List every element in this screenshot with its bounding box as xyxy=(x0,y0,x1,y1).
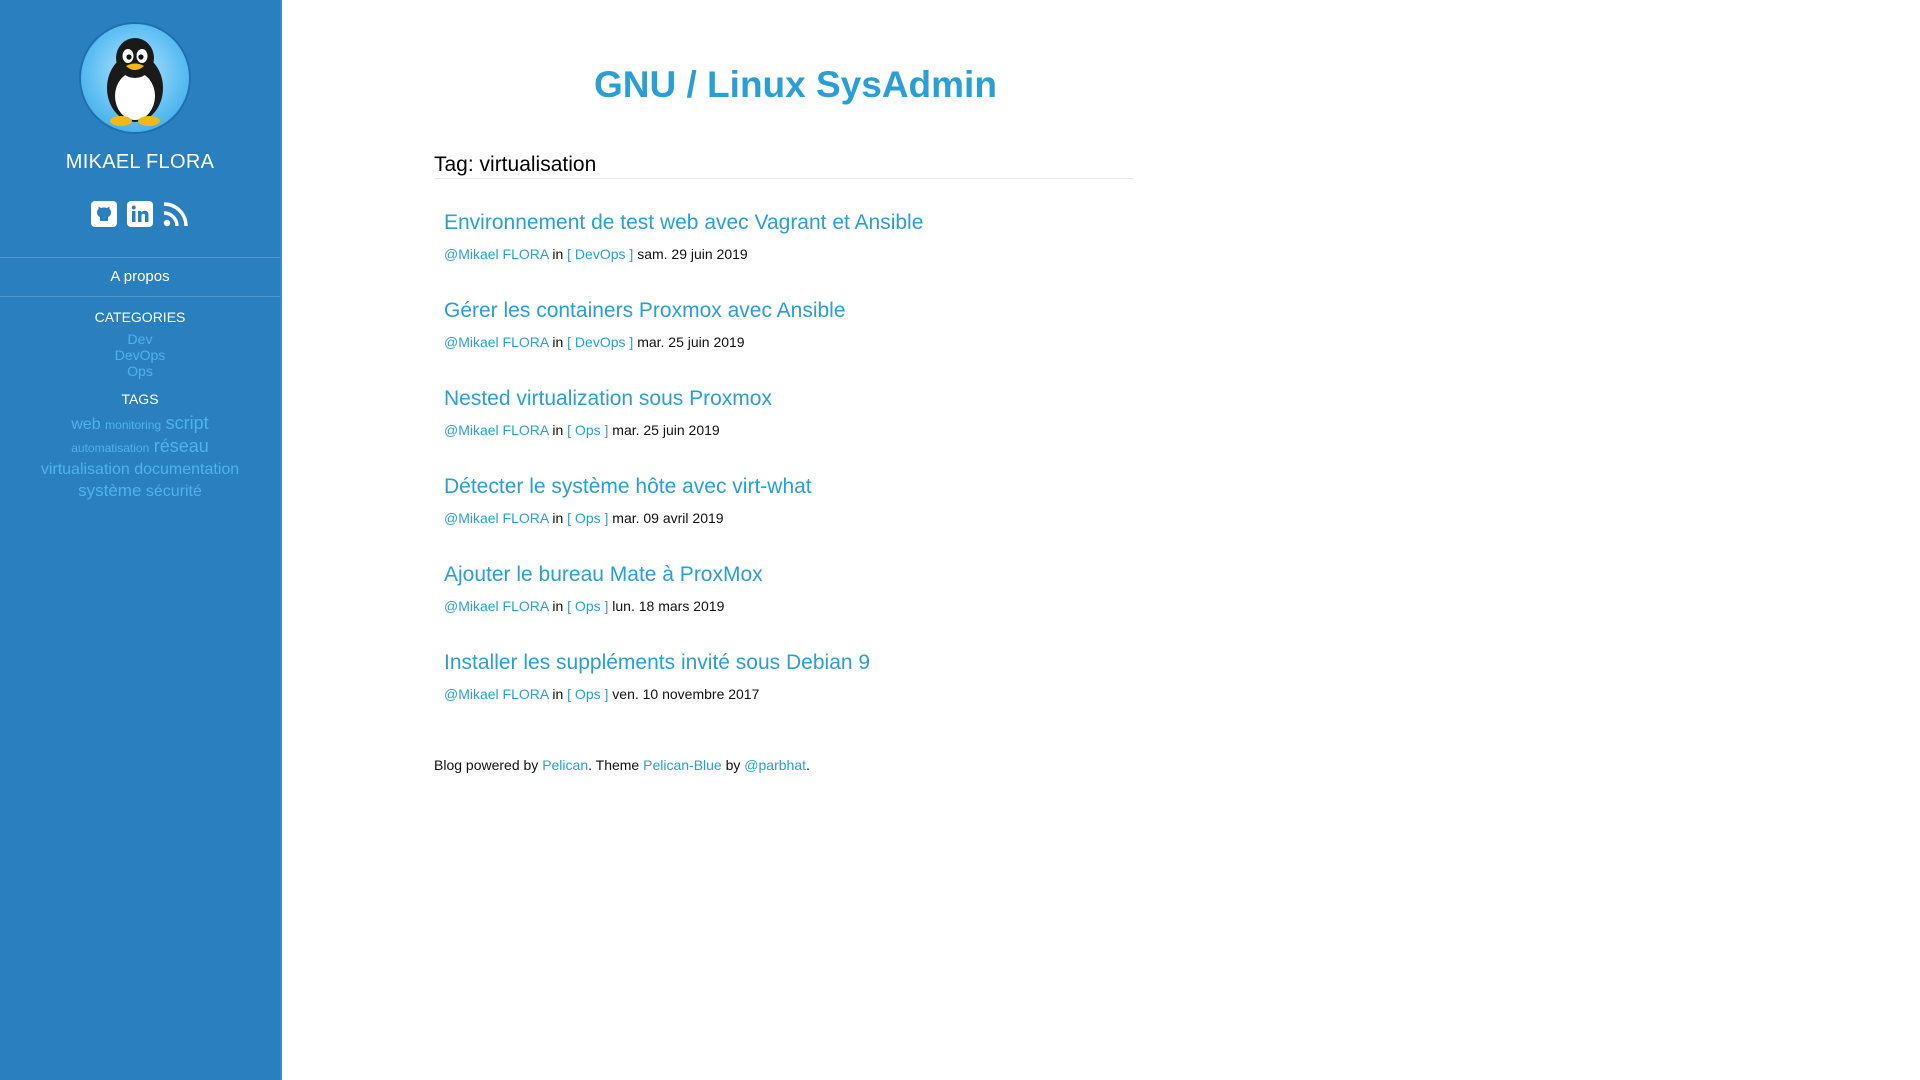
article-author-link[interactable]: @Mikael FLORA xyxy=(444,246,548,262)
linkedin-icon xyxy=(127,201,153,227)
article-author-link[interactable]: @Mikael FLORA xyxy=(444,510,548,526)
about-link[interactable]: A propos xyxy=(0,257,280,297)
categories-title: CATEGORIES xyxy=(94,309,186,325)
article-in-label: in xyxy=(552,334,564,350)
article-in-label: in xyxy=(552,598,564,614)
article-item: Gérer les containers Proxmox avec Ansibl… xyxy=(444,299,1144,350)
article-item: Environnement de test web avec Vagrant e… xyxy=(444,211,1144,262)
footer-text: by xyxy=(725,757,741,773)
category-ops[interactable]: Ops xyxy=(0,363,280,379)
article-meta: @Mikael FLORA in [ DevOps ] sam. 29 juin… xyxy=(444,246,1144,262)
pelican-link[interactable]: Pelican xyxy=(542,757,588,773)
tag-script[interactable]: script xyxy=(166,413,209,433)
article-title[interactable]: Gérer les containers Proxmox avec Ansibl… xyxy=(444,299,1144,323)
github-link[interactable] xyxy=(91,201,117,227)
rss-link[interactable] xyxy=(163,201,189,227)
category-dev[interactable]: Dev xyxy=(0,331,280,347)
article-category-link[interactable]: [ Ops ] xyxy=(567,510,608,526)
article-category-link[interactable]: [ Ops ] xyxy=(567,422,608,438)
article-in-label: in xyxy=(552,686,564,702)
tag-automatisation[interactable]: automatisation xyxy=(71,441,149,455)
article-item: Installer les suppléments invité sous De… xyxy=(444,651,1144,702)
article-item: Nested virtualization sous Proxmox @Mika… xyxy=(444,387,1144,438)
article-category-link[interactable]: [ DevOps ] xyxy=(567,334,633,350)
article-title[interactable]: Ajouter le bureau Mate à ProxMox xyxy=(444,563,1144,587)
footer-text: . Theme xyxy=(588,757,640,773)
tag-securite[interactable]: sécurité xyxy=(146,483,202,500)
tag-reseau[interactable]: réseau xyxy=(154,436,209,456)
article-author-link[interactable]: @Mikael FLORA xyxy=(444,598,548,614)
footer: Blog powered by Pelican. Theme Pelican-B… xyxy=(434,757,810,773)
article-author-link[interactable]: @Mikael FLORA xyxy=(444,422,548,438)
tag-heading: Tag: virtualisation xyxy=(434,153,1134,179)
article-author-link[interactable]: @Mikael FLORA xyxy=(444,334,548,350)
article-in-label: in xyxy=(552,422,564,438)
article-date: mar. 25 juin 2019 xyxy=(612,422,720,438)
article-item: Détecter le système hôte avec virt-what … xyxy=(444,475,1144,526)
author-name[interactable]: MIKAEL FLORA xyxy=(0,151,280,174)
tag-virtualisation[interactable]: virtualisation xyxy=(41,461,130,478)
linkedin-link[interactable] xyxy=(127,201,153,227)
tag-systeme[interactable]: système xyxy=(78,481,141,500)
article-title[interactable]: Environnement de test web avec Vagrant e… xyxy=(444,211,1144,235)
theme-link[interactable]: Pelican-Blue xyxy=(643,757,722,773)
article-title[interactable]: Nested virtualization sous Proxmox xyxy=(444,387,1144,411)
sidebar: MIKAEL FLORA A propos CATEGORIES Dev Dev… xyxy=(0,0,282,1080)
social-links xyxy=(0,201,280,227)
theme-author-link[interactable]: @parbhat xyxy=(744,757,806,773)
site-title[interactable]: GNU / Linux SysAdmin xyxy=(594,64,997,106)
article-date: mar. 09 avril 2019 xyxy=(612,510,724,526)
article-date: ven. 10 novembre 2017 xyxy=(612,686,760,702)
article-meta: @Mikael FLORA in [ Ops ] lun. 18 mars 20… xyxy=(444,598,1144,614)
article-meta: @Mikael FLORA in [ Ops ] mar. 09 avril 2… xyxy=(444,510,1144,526)
tags-title: TAGS xyxy=(121,391,159,407)
article-category-link[interactable]: [ Ops ] xyxy=(567,598,608,614)
article-date: mar. 25 juin 2019 xyxy=(637,334,745,350)
article-author-link[interactable]: @Mikael FLORA xyxy=(444,686,548,702)
main-content: GNU / Linux SysAdmin Tag: virtualisation… xyxy=(282,0,1920,1080)
article-title[interactable]: Installer les suppléments invité sous De… xyxy=(444,651,1144,675)
tag-documentation[interactable]: documentation xyxy=(134,461,239,478)
avatar[interactable] xyxy=(81,24,189,132)
github-icon xyxy=(91,201,117,227)
article-in-label: in xyxy=(552,510,564,526)
article-date: sam. 29 juin 2019 xyxy=(637,246,748,262)
tag-monitoring[interactable]: monitoring xyxy=(105,418,161,432)
tag-web[interactable]: web xyxy=(71,416,100,433)
article-date: lun. 18 mars 2019 xyxy=(612,598,725,614)
tux-penguin-icon xyxy=(107,38,163,126)
article-in-label: in xyxy=(552,246,564,262)
article-title[interactable]: Détecter le système hôte avec virt-what xyxy=(444,475,1144,499)
article-category-link[interactable]: [ Ops ] xyxy=(567,686,608,702)
article-meta: @Mikael FLORA in [ Ops ] mar. 25 juin 20… xyxy=(444,422,1144,438)
footer-text: Blog powered by xyxy=(434,757,539,773)
rss-icon xyxy=(163,202,188,227)
article-meta: @Mikael FLORA in [ DevOps ] mar. 25 juin… xyxy=(444,334,1144,350)
category-devops[interactable]: DevOps xyxy=(0,347,280,363)
article-meta: @Mikael FLORA in [ Ops ] ven. 10 novembr… xyxy=(444,686,1144,702)
footer-text: . xyxy=(806,757,810,773)
article-category-link[interactable]: [ DevOps ] xyxy=(567,246,633,262)
category-list: Dev DevOps Ops xyxy=(0,331,280,379)
tag-cloud: web monitoring script automatisation rés… xyxy=(30,413,250,502)
article-item: Ajouter le bureau Mate à ProxMox @Mikael… xyxy=(444,563,1144,614)
